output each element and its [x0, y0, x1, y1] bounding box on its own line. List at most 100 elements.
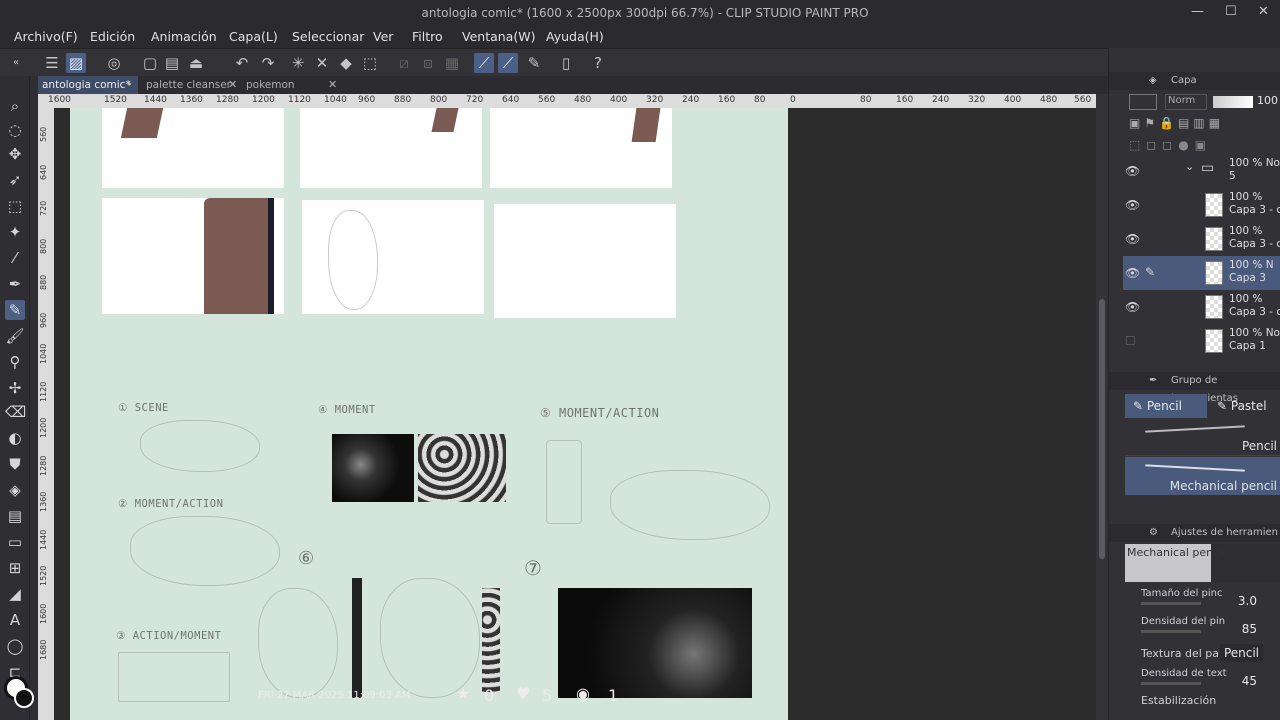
close-tab-icon[interactable]: ✕ — [328, 76, 337, 94]
tab-pencil[interactable]: ✎ Pencil — [1125, 394, 1207, 418]
setting-paper-texture[interactable]: Textura del papel Pencil — [1139, 644, 1280, 668]
maximize-icon[interactable]: ☐ — [1225, 4, 1237, 19]
frame-icon[interactable]: ▭ — [5, 532, 25, 552]
pen-icon[interactable]: ✒ — [5, 274, 25, 294]
setting-slider[interactable] — [1141, 630, 1201, 633]
layer-row[interactable]: 👁 ⌄ ▭ 100 % No 5 — [1123, 154, 1280, 188]
object-icon[interactable]: ➶ — [5, 170, 25, 190]
eyedropper-icon[interactable]: ⁄ — [5, 248, 25, 268]
ruler-icon[interactable]: ⊞ — [5, 558, 25, 578]
vertical-scrollbar[interactable] — [1096, 94, 1108, 720]
chevron-down-icon[interactable]: ⌄ — [1185, 160, 1194, 173]
visibility-box-icon[interactable]: ☐ — [1125, 334, 1136, 348]
preset-preview[interactable]: Mechanical pencil — [1125, 544, 1280, 582]
tab-palette-cleanser[interactable]: palette cleanser ✕ — [142, 76, 240, 94]
comic-panel — [494, 204, 676, 318]
blend-mode-select[interactable]: Norm — [1165, 94, 1207, 110]
text-icon[interactable]: A — [5, 610, 25, 630]
setting-stabilization[interactable]: Estabilización — [1139, 694, 1280, 718]
lasso-icon[interactable]: ◌ — [5, 120, 25, 140]
menu-ventana[interactable]: Ventana(W) — [462, 29, 535, 44]
setting-slider[interactable] — [1141, 682, 1201, 685]
decoration-icon[interactable]: ✢ — [5, 378, 25, 398]
note-moment: ④ MOMENT — [318, 404, 376, 416]
save-icon[interactable]: ⏏ — [186, 53, 206, 73]
balloon-icon[interactable]: ◯ — [5, 636, 25, 656]
layer-row[interactable]: ☐ 100 % No Capa 1 — [1123, 324, 1280, 358]
menu-animacion[interactable]: Animación — [151, 29, 217, 44]
undo-icon[interactable]: ↶ — [232, 53, 252, 73]
setting-brush-size[interactable]: Tamaño del pinc 3.0 — [1139, 588, 1280, 612]
close-tab-icon[interactable]: ✕ — [228, 76, 237, 94]
grid-icon[interactable]: ▦ — [442, 53, 462, 73]
collapse-icon[interactable]: « — [6, 53, 26, 73]
menu-capa[interactable]: Capa(L) — [229, 29, 278, 44]
fill-bucket-icon[interactable]: ⛊ — [5, 454, 25, 474]
visibility-eye-icon[interactable]: 👁 — [1125, 232, 1140, 246]
visibility-eye-icon[interactable]: 👁 — [1125, 198, 1140, 212]
layer-row[interactable]: 👁 100 % Capa 3 - co — [1123, 290, 1280, 324]
tab-antologia-comic[interactable]: antologia comic* • — [38, 76, 138, 94]
loading-icon[interactable]: ✳ — [288, 53, 308, 73]
help-icon[interactable]: ? — [588, 53, 608, 73]
setting-texture-density[interactable]: Densidad de text 45 — [1139, 668, 1280, 692]
texture-select[interactable]: Pencil — [1219, 644, 1263, 662]
visibility-eye-icon[interactable]: 👁 — [1125, 300, 1140, 314]
menu-seleccionar[interactable]: Seleccionar — [292, 29, 364, 44]
selection-icon[interactable]: ⬚ — [5, 196, 25, 216]
canvas-area[interactable]: ① SCENE ④ MOMENT ⑤ MOMENT/ACTION ② MOMEN… — [54, 108, 1096, 720]
sub-color-swatch[interactable] — [14, 688, 34, 708]
brush-icon[interactable]: 🖌 — [5, 326, 25, 346]
spiral-icon[interactable]: ◎ — [104, 53, 124, 73]
layer-row[interactable]: 👁 100 % Capa 3 - co — [1123, 222, 1280, 256]
clear-icon[interactable]: ✕ — [312, 53, 332, 73]
visibility-eye-icon[interactable]: 👁 — [1125, 164, 1140, 178]
fill-icon[interactable]: ◆ — [336, 53, 356, 73]
crop-icon[interactable]: ⧄ — [394, 53, 414, 73]
setting-brush-density[interactable]: Densidad del pin 85 — [1139, 616, 1280, 640]
transform-icon[interactable]: ⬚ — [360, 53, 380, 73]
setting-slider[interactable] — [1141, 602, 1201, 605]
layer-row[interactable]: 👁 100 % Capa 3 - co — [1123, 188, 1280, 222]
layer-row-selected[interactable]: 👁 ✎ 100 % N Capa 3 — [1123, 256, 1280, 290]
opacity-slider[interactable] — [1213, 96, 1253, 108]
eraser-icon[interactable]: ⌫ — [5, 402, 26, 422]
pen-snap-icon[interactable]: ✎ — [524, 53, 544, 73]
close-icon[interactable]: ✕ — [1258, 4, 1269, 19]
layer-action-icons[interactable]: ⬚◻◻●▣ — [1129, 138, 1279, 154]
menu-ver[interactable]: Ver — [373, 29, 393, 44]
brush-item-mechanical-pencil[interactable]: Mechanical pencil — [1125, 457, 1280, 495]
tab-pastel[interactable]: ✎ Pastel — [1211, 394, 1280, 418]
special-ruler-snap-icon[interactable]: ⟋ — [498, 53, 518, 73]
redo-icon[interactable]: ↷ — [258, 53, 278, 73]
menu-icon[interactable]: ☰ — [42, 53, 62, 73]
fill-icon[interactable]: ◈ — [5, 480, 25, 500]
menu-archivo[interactable]: Archivo(F) — [14, 29, 78, 44]
layer-color-box[interactable] — [1129, 94, 1157, 110]
move-icon[interactable]: ✥ — [5, 144, 25, 164]
brush-item-pencil[interactable]: Pencil — [1125, 418, 1280, 456]
pencil-icon[interactable]: ✎ — [5, 300, 25, 320]
layer-icon[interactable]: ▨ — [66, 53, 86, 73]
menu-filtro[interactable]: Filtro — [412, 29, 443, 44]
device-icon[interactable]: ▯ — [556, 53, 576, 73]
figure-sketch — [140, 420, 260, 472]
new-file-icon[interactable]: ▢ — [140, 53, 160, 73]
scroll-thumb[interactable] — [1099, 299, 1105, 559]
blend-icon[interactable]: ◐ — [5, 428, 25, 448]
ruler-snap-icon[interactable]: ⟋ — [474, 53, 494, 73]
open-folder-icon[interactable]: ▤ — [162, 53, 182, 73]
mesh-icon[interactable]: ⧈ — [418, 53, 438, 73]
tab-pokemon[interactable]: pokemon ✕ — [242, 76, 342, 94]
menu-edicion[interactable]: Edición — [90, 29, 135, 44]
airbrush-icon[interactable]: ⚲ — [5, 352, 25, 372]
magic-wand-icon[interactable]: ✦ — [5, 222, 25, 242]
figure-icon[interactable]: ◢ — [5, 584, 25, 604]
visibility-eye-icon[interactable]: 👁 — [1125, 266, 1140, 280]
layer-lock-icons[interactable]: ▣⚑🔒▤▥▦ — [1129, 116, 1279, 132]
minimize-icon[interactable]: — — [1191, 4, 1204, 19]
gradient-icon[interactable]: ▤ — [5, 506, 25, 526]
comic-page[interactable]: ① SCENE ④ MOMENT ⑤ MOMENT/ACTION ② MOMEN… — [70, 108, 788, 720]
zoom-icon[interactable]: ⌕ — [5, 96, 25, 116]
menu-ayuda[interactable]: Ayuda(H) — [546, 29, 604, 44]
